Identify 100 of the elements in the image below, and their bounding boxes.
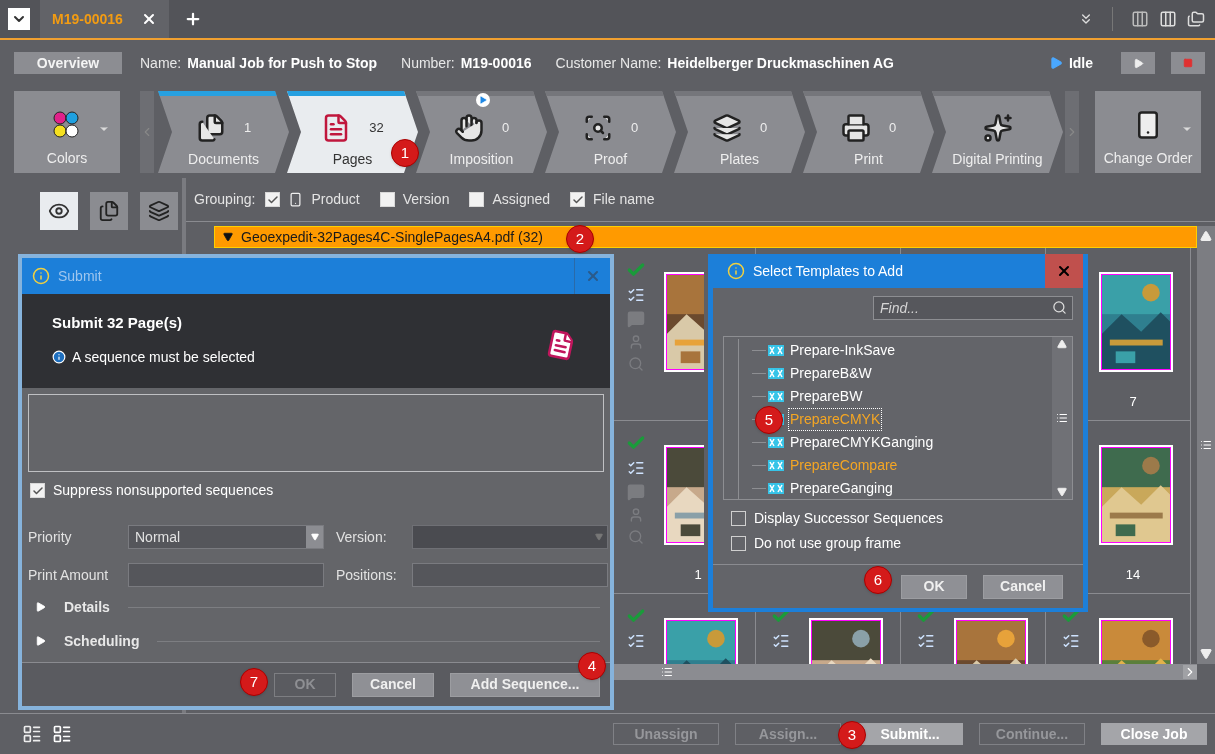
close-button[interactable] [1045, 254, 1083, 288]
play-icon [1048, 56, 1063, 70]
action-button[interactable]: Submit... [857, 723, 963, 745]
sparkle-icon [982, 113, 1013, 143]
page-number: 7 [1128, 393, 1138, 411]
section-header[interactable]: Details [36, 596, 110, 618]
document-status-icon [1062, 632, 1080, 650]
dialog-button[interactable]: OK [901, 574, 967, 599]
checkbox[interactable] [469, 192, 485, 207]
play-icon [1132, 57, 1144, 69]
play-button[interactable] [1121, 52, 1155, 74]
template-icon [768, 437, 784, 448]
grip-icon [1200, 439, 1212, 451]
hand-icon [453, 113, 484, 143]
close-icon [1056, 263, 1072, 279]
checkbox[interactable] [30, 483, 45, 498]
workflow-step[interactable]: 0 Imposition [416, 91, 547, 173]
vertical-scrollbar[interactable] [1197, 226, 1215, 664]
grip-icon [1056, 412, 1068, 424]
grip-icon [661, 666, 673, 678]
grid-view-icon[interactable] [52, 724, 72, 744]
message-text: A sequence must be selected [72, 347, 255, 367]
field-label: Print Amount [28, 565, 110, 585]
dialog-title: Submit [58, 266, 102, 286]
template-item[interactable]: PrepareCompare [788, 454, 900, 477]
workflow-step[interactable]: 1 Documents [158, 91, 289, 173]
list-view-icon[interactable] [22, 724, 42, 744]
template-icon [768, 483, 784, 494]
checkbox[interactable] [379, 192, 395, 207]
priority-dropdown[interactable]: Normal [128, 525, 324, 549]
dialog-button[interactable]: Add Sequence... [450, 672, 600, 697]
files-icon [98, 200, 120, 222]
positions-field[interactable] [412, 563, 608, 587]
page-number: 14 [1124, 566, 1142, 584]
person-icon [628, 334, 644, 350]
arrow-up-icon[interactable] [1200, 230, 1212, 242]
layers-icon [711, 113, 742, 143]
checkbox-label: Do not use group frame [754, 534, 902, 553]
checkbox[interactable] [731, 536, 746, 551]
field-label: Positions: [335, 565, 398, 585]
template-icon [768, 345, 784, 356]
dialog-title: Select Templates to Add [753, 261, 903, 281]
arrow-down-icon[interactable] [1200, 648, 1212, 660]
template-item[interactable]: PrepareCMYK [788, 408, 883, 431]
page-view-button[interactable] [40, 192, 78, 230]
workflow-step[interactable]: 0 Print [803, 91, 934, 173]
field-value: M19-00016 [460, 53, 532, 73]
dialog-heading: Submit 32 Page(s) [52, 313, 184, 333]
print-amount-field[interactable] [128, 563, 324, 587]
arrow-up-icon[interactable] [1057, 339, 1067, 349]
caret-icon [310, 533, 319, 541]
document-status-icon [772, 632, 790, 650]
expand-icon [36, 602, 46, 612]
status-text: Idle [1068, 53, 1093, 73]
field-value: Manual Job for Push to Stop [187, 53, 377, 73]
colors-button[interactable]: Colors [14, 91, 120, 173]
dialog-button[interactable]: Cancel [983, 574, 1063, 599]
folders-icon[interactable] [1187, 10, 1205, 28]
field-label: Number: [401, 53, 455, 73]
checkbox[interactable] [265, 192, 281, 207]
checkbox[interactable] [570, 192, 586, 207]
expanded-icon [223, 232, 233, 242]
check-icon [267, 193, 279, 206]
workflow-step[interactable]: Digital Printing [932, 91, 1063, 173]
sequence-list[interactable] [28, 394, 604, 472]
template-item[interactable]: Prepare-InkSave [788, 339, 898, 362]
template-icon [768, 391, 784, 402]
arrow-down-icon[interactable] [1057, 487, 1067, 497]
columns-icon[interactable] [1159, 10, 1177, 28]
overview-button[interactable]: Overview [14, 52, 122, 74]
multi-page-view-button[interactable] [90, 192, 128, 230]
document-status-icon [627, 632, 645, 650]
dialog-button[interactable]: Cancel [352, 672, 434, 697]
workflow-step[interactable]: 0 Proof [545, 91, 676, 173]
section-header[interactable]: Scheduling [36, 630, 140, 652]
checkbox[interactable] [731, 511, 746, 526]
field-value: Heidelberger Druckmaschinen AG [667, 53, 894, 73]
layers-icon [148, 200, 170, 222]
template-item[interactable]: PrepareB&W [788, 362, 874, 385]
stop-icon [1183, 58, 1193, 68]
list-scrollbar[interactable] [1052, 337, 1072, 499]
search-field[interactable]: Find... [873, 296, 1073, 320]
template-item[interactable]: PrepareBW [788, 385, 865, 408]
document-status-icon [627, 286, 645, 304]
workflow-step[interactable]: 0 Plates [674, 91, 805, 173]
template-item[interactable]: PrepareCMYKGanging [788, 431, 936, 454]
template-icon [768, 460, 784, 471]
field-label: Version: [335, 527, 388, 547]
grouping-label: Grouping: [194, 190, 256, 209]
change-order-button[interactable]: Change Order [1095, 91, 1201, 173]
info-icon [52, 350, 66, 364]
page-transfer-button[interactable] [140, 192, 178, 230]
action-button[interactable]: Close Job [1101, 723, 1207, 745]
check-icon [31, 484, 44, 497]
checkbox-label: Display Successor Sequences [754, 509, 944, 528]
comment-icon [627, 483, 645, 501]
template-item[interactable]: PrepareGanging [788, 477, 895, 500]
app-icon [727, 262, 745, 280]
horizontal-scrollbar[interactable] [611, 664, 1197, 680]
job-tab[interactable]: M19-00016 [40, 0, 169, 38]
